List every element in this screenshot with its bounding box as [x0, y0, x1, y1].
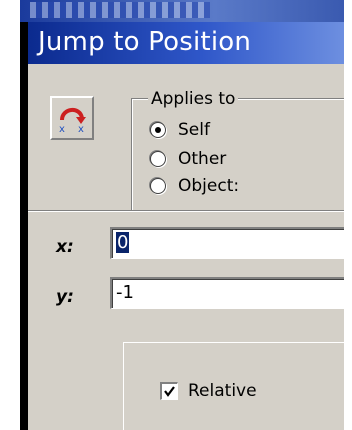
relative-panel: Relative	[123, 342, 344, 430]
x-value: 0	[116, 232, 130, 253]
y-value: -1	[116, 282, 134, 303]
y-field[interactable]: -1	[110, 277, 344, 309]
title-bar[interactable]: Jump to Position	[28, 22, 344, 64]
checkmark-icon	[164, 386, 175, 397]
radio-other[interactable]: Other	[150, 148, 226, 170]
radio-button-object[interactable]	[150, 178, 166, 194]
radio-self[interactable]: Self	[150, 119, 210, 141]
relative-checkbox[interactable]	[160, 382, 178, 400]
radio-object-label: Object:	[178, 176, 240, 196]
relative-checkbox-row[interactable]: Relative	[160, 381, 257, 401]
background-toolbar-strip	[20, 0, 344, 22]
x-field[interactable]: 0	[110, 227, 344, 259]
relative-label: Relative	[188, 381, 257, 401]
radio-button-self[interactable]	[150, 122, 166, 138]
applies-to-legend: Applies to	[148, 89, 239, 109]
radio-object[interactable]: Object:	[150, 175, 239, 197]
applies-to-group: Applies to Self Other Object:	[131, 89, 344, 220]
jump-to-position-icon: x x	[50, 96, 94, 140]
radio-other-label: Other	[178, 149, 227, 169]
window-title: Jump to Position	[38, 27, 252, 57]
svg-text:x: x	[78, 124, 84, 134]
jump-to-position-dialog: x x Applies to Self Other Object: x: 0 y…	[28, 64, 344, 430]
position-fields-panel: x: 0 y: -1	[28, 210, 344, 333]
svg-text:x: x	[59, 124, 65, 134]
y-label: y:	[56, 287, 74, 307]
radio-button-other[interactable]	[150, 151, 166, 167]
toolbar-icons-strip	[30, 2, 210, 18]
radio-self-label: Self	[178, 120, 210, 140]
dialog-left-margin	[28, 332, 123, 430]
x-label: x:	[56, 237, 74, 257]
